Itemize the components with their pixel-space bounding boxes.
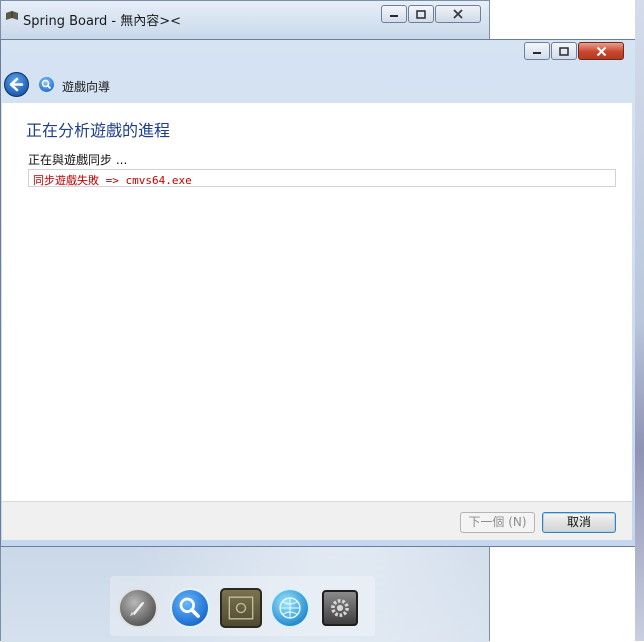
minimize-button[interactable] <box>381 5 407 23</box>
minimize-icon <box>390 15 398 17</box>
globe-icon[interactable] <box>270 588 310 628</box>
book-cover-icon <box>228 596 254 620</box>
wizard-content: 正在分析遊戲的進程 正在與遊戲同步 ... 同步遊戲失敗 => cmvs64.e… <box>2 103 632 501</box>
springboard-titlebar[interactable]: Spring Board - 無內容>< <box>1 1 489 34</box>
maximize-icon <box>559 46 569 56</box>
back-arrow-icon <box>9 77 24 92</box>
wizard-footer: 下一個 (N) 取消 <box>2 501 632 540</box>
magnifier-icon <box>41 79 52 90</box>
close-button[interactable] <box>435 5 481 23</box>
wizard-minimize-button[interactable] <box>524 42 550 60</box>
log-line: 同步遊戲失敗 => cmvs64.exe <box>33 174 192 187</box>
launcher-icon[interactable] <box>118 588 158 628</box>
maximize-button[interactable] <box>408 5 434 23</box>
next-button[interactable]: 下一個 (N) <box>460 512 535 533</box>
gear-icon <box>331 599 349 617</box>
wizard-header: 遊戲向導 <box>1 62 635 102</box>
search-icon[interactable] <box>170 588 210 628</box>
wizard-maximize-button[interactable] <box>551 42 577 60</box>
sync-log-box[interactable]: 同步遊戲失敗 => cmvs64.exe <box>28 169 616 187</box>
book-icon <box>6 11 18 20</box>
minimize-icon <box>533 52 541 54</box>
desktop-wallpaper-strip <box>635 0 644 641</box>
wizard-search-icon <box>39 77 54 92</box>
game-wizard-window: 遊戲向導 正在分析遊戲的進程 正在與遊戲同步 ... 同步遊戲失敗 => cmv… <box>0 39 635 547</box>
cancel-button[interactable]: 取消 <box>542 512 616 533</box>
close-icon <box>596 46 606 56</box>
book-icon[interactable] <box>220 588 262 628</box>
network-globe-icon <box>279 597 301 619</box>
settings-icon[interactable] <box>322 590 358 626</box>
back-button[interactable] <box>4 72 29 97</box>
sync-status-text: 正在與遊戲同步 ... <box>28 153 128 167</box>
wizard-title: 遊戲向導 <box>62 80 111 94</box>
close-icon <box>453 9 463 19</box>
wizard-close-button[interactable] <box>578 42 624 60</box>
maximize-icon <box>416 9 426 19</box>
rocket-icon <box>129 601 145 617</box>
magnifier-icon <box>179 597 200 618</box>
springboard-title: Spring Board - 無內容>< <box>23 14 182 29</box>
page-heading: 正在分析遊戲的進程 <box>26 121 171 140</box>
